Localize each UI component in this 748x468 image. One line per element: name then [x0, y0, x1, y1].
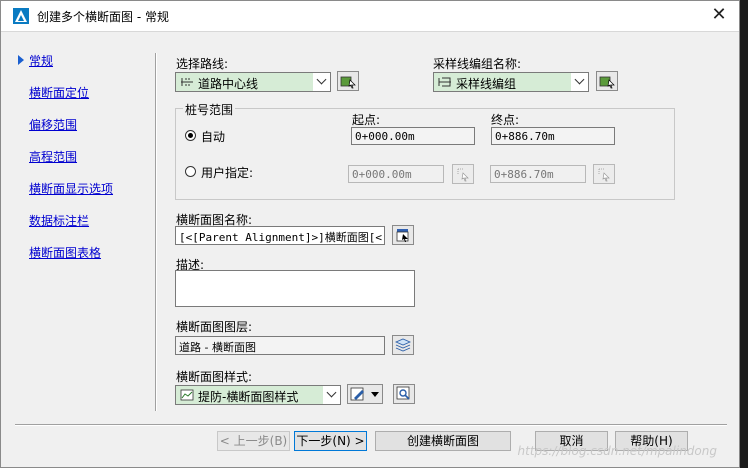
nav-item-section-placement[interactable]: 横断面定位 — [29, 84, 89, 101]
alignment-value: 道路中心线 — [198, 77, 259, 91]
nav-item-display-options[interactable]: 横断面显示选项 — [29, 180, 113, 197]
chevron-down-icon[interactable] — [323, 386, 340, 404]
layer-label: 横断面图图层: — [176, 320, 253, 334]
layers-icon — [395, 338, 411, 352]
close-icon[interactable]: ✕ — [707, 4, 731, 26]
sample-group-value: 采样线编组 — [456, 77, 517, 91]
pick-in-drawing-icon — [340, 76, 356, 89]
pick-sample-group-button[interactable] — [596, 71, 618, 91]
magnifier-icon — [396, 386, 410, 400]
civil3d-app-icon — [13, 8, 29, 24]
pick-start-station-button[interactable] — [452, 164, 474, 184]
button-row-divider — [15, 424, 727, 426]
description-textarea[interactable] — [175, 270, 415, 307]
view-name-input[interactable]: [<[Parent Alignment]>]横断面图[<[S — [175, 226, 385, 245]
title-bar[interactable]: 创建多个横断面图 - 常规 ✕ — [1, 1, 739, 32]
auto-end-station-field: 0+886.70m — [491, 127, 615, 145]
chevron-down-icon[interactable] — [313, 73, 330, 91]
pick-station-icon — [457, 168, 469, 182]
alignment-icon — [181, 78, 193, 86]
user-specified-label: 用户指定: — [201, 166, 254, 180]
start-station-label: 起点: — [352, 113, 381, 127]
edit-style-icon — [350, 387, 379, 401]
user-end-station-input[interactable]: 0+886.70m — [490, 165, 586, 183]
chevron-down-icon[interactable] — [571, 73, 588, 91]
style-detail-button[interactable] — [393, 384, 415, 404]
back-button[interactable]: < 上一步(B) — [217, 431, 290, 451]
sample-group-label: 采样线编组名称: — [433, 57, 522, 71]
create-multiple-section-views-dialog: 创建多个横断面图 - 常规 ✕ 常规 横断面定位 偏移范围 高程范围 横断面显示… — [0, 0, 740, 468]
end-station-label: 终点: — [491, 113, 520, 127]
section-style-icon — [180, 389, 194, 401]
pick-end-station-button[interactable] — [593, 164, 615, 184]
pick-in-drawing-icon — [599, 76, 615, 89]
station-range-title: 桩号范围 — [183, 101, 236, 118]
style-label: 横断面图样式: — [176, 370, 253, 384]
auto-radio-label: 自动 — [201, 130, 226, 144]
station-range-group — [175, 108, 675, 200]
vertical-divider — [155, 53, 157, 411]
nav-current-arrow-icon — [18, 55, 24, 65]
nav-item-offset-range[interactable]: 偏移范围 — [29, 116, 77, 133]
alignment-label: 选择路线: — [176, 57, 229, 71]
nav-item-elevation-range[interactable]: 高程范围 — [29, 148, 77, 165]
auto-start-station-field: 0+000.00m — [351, 127, 475, 145]
user-specified-radio[interactable] — [185, 166, 196, 177]
nav-item-section-tables[interactable]: 横断面图表格 — [29, 244, 101, 261]
create-section-views-button[interactable]: 创建横断面图 — [375, 431, 511, 451]
style-edit-split-button[interactable] — [347, 384, 383, 404]
auto-radio[interactable] — [185, 130, 196, 141]
pick-station-icon — [598, 168, 610, 182]
nav-item-data-bands[interactable]: 数据标注栏 — [29, 212, 89, 229]
sample-line-group-icon — [438, 77, 451, 87]
name-template-icon — [396, 229, 409, 242]
edit-name-template-button[interactable] — [392, 225, 414, 245]
user-start-station-input[interactable]: 0+000.00m — [348, 165, 444, 183]
pick-alignment-button[interactable] — [337, 71, 359, 91]
next-button[interactable]: 下一步(N) > — [294, 431, 367, 451]
style-select[interactable]: 提防-横断面图样式 — [175, 385, 341, 405]
layer-button[interactable] — [392, 335, 414, 355]
window-title: 创建多个横断面图 - 常规 — [37, 10, 169, 24]
alignment-select[interactable]: 道路中心线 — [175, 72, 331, 92]
nav-item-general[interactable]: 常规 — [29, 52, 53, 69]
sample-group-select[interactable]: 采样线编组 — [433, 72, 589, 92]
watermark-text: https://blog.csdn.net/mpalindong — [517, 444, 717, 458]
style-value: 提防-横断面图样式 — [198, 390, 299, 404]
layer-field: 道路 - 横断面图 — [175, 336, 385, 355]
